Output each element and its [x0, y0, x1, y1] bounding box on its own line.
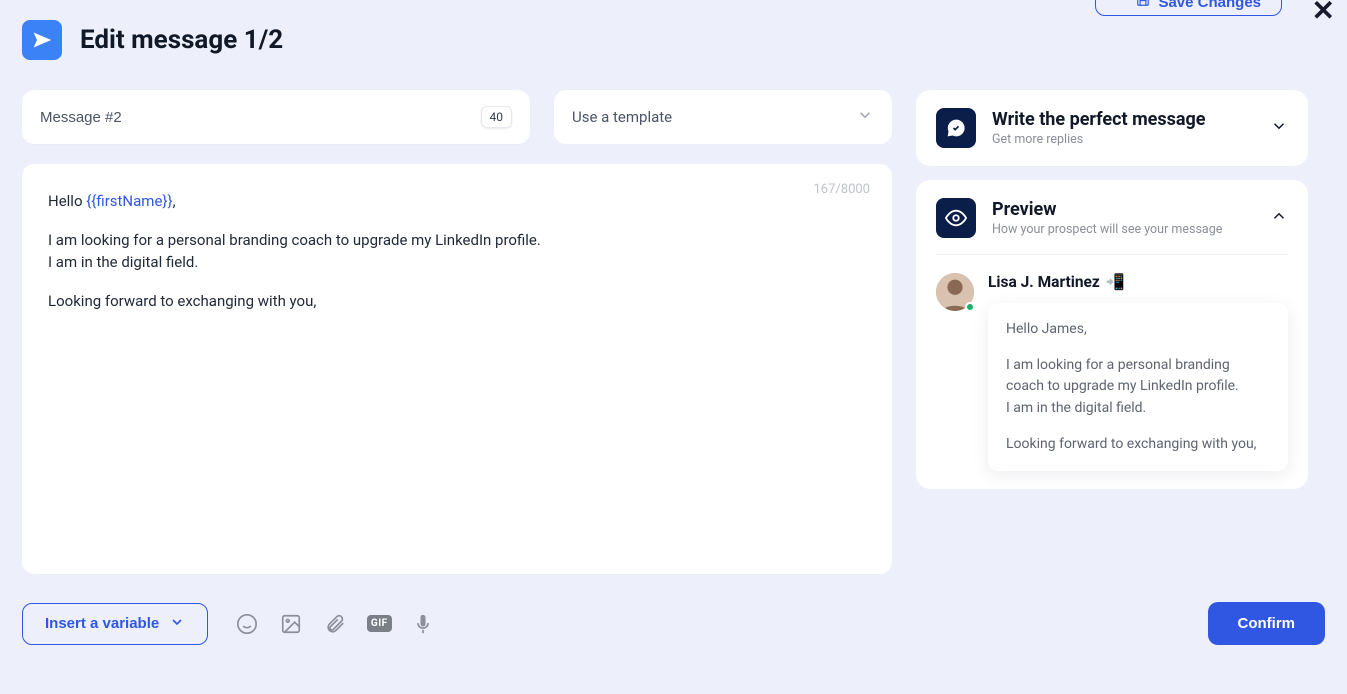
template-placeholder: Use a template [572, 108, 672, 126]
page-header: Edit message 1/2 [22, 20, 1325, 60]
close-icon[interactable]: ✕ [1312, 0, 1335, 27]
perfect-message-card[interactable]: Write the perfect message Get more repli… [916, 90, 1308, 166]
chevron-down-icon [169, 614, 185, 634]
chevron-up-icon[interactable] [1270, 207, 1288, 229]
gif-icon[interactable]: GIF [368, 613, 390, 635]
preview-line-1: Hello James, [1006, 319, 1270, 341]
save-changes-button[interactable]: Save Changes [1095, 0, 1282, 16]
template-select[interactable]: Use a template [554, 90, 892, 144]
editor-line-4: Looking forward to exchanging with you, [48, 290, 866, 313]
preview-message-bubble: Hello James, I am looking for a personal… [988, 303, 1288, 471]
brand-icon [22, 20, 62, 60]
greeting-suffix: , [173, 192, 176, 210]
save-changes-label: Save Changes [1158, 0, 1261, 11]
preview-line-4: Looking forward to exchanging with you, [1006, 434, 1270, 456]
presence-dot-icon [965, 302, 975, 312]
greeting-prefix: Hello [48, 192, 86, 210]
preview-line-2: I am looking for a personal branding coa… [1006, 355, 1270, 398]
insert-variable-button[interactable]: Insert a variable [22, 603, 208, 645]
message-name-field[interactable]: 40 [22, 90, 530, 144]
name-char-limit: 40 [481, 106, 513, 128]
perfect-message-title: Write the perfect message [992, 109, 1254, 130]
preview-title: Preview [992, 199, 1254, 220]
confirm-button[interactable]: Confirm [1208, 602, 1326, 645]
character-counter: 167/8000 [813, 180, 870, 200]
emoji-icon[interactable] [236, 613, 258, 635]
page-title: Edit message 1/2 [80, 25, 283, 55]
preview-card: Preview How your prospect will see your … [916, 180, 1308, 489]
chevron-down-icon[interactable] [1270, 117, 1288, 139]
prospect-avatar [936, 273, 974, 311]
confirm-label: Confirm [1238, 615, 1296, 632]
message-name-input[interactable] [40, 109, 370, 126]
save-icon [1136, 0, 1150, 11]
insert-variable-label: Insert a variable [45, 615, 159, 632]
variable-firstname[interactable]: {{firstName}} [86, 192, 172, 210]
prospect-name: Lisa J. Martinez 📲 [988, 273, 1288, 291]
chevron-down-icon [856, 106, 874, 128]
image-icon[interactable] [280, 613, 302, 635]
perfect-message-sub: Get more replies [992, 132, 1254, 147]
preview-line-3: I am in the digital field. [1006, 398, 1270, 420]
editor-line-3: I am in the digital field. [48, 251, 866, 274]
editor-line-2: I am looking for a personal branding coa… [48, 229, 866, 252]
eye-icon [936, 198, 976, 238]
phone-emoji-icon: 📲 [1106, 273, 1125, 291]
microphone-icon[interactable] [412, 613, 434, 635]
preview-sub: How your prospect will see your message [992, 222, 1254, 237]
chat-icon [936, 108, 976, 148]
message-editor[interactable]: 167/8000 Hello {{firstName}}, I am looki… [22, 164, 892, 574]
attachment-icon[interactable] [324, 613, 346, 635]
